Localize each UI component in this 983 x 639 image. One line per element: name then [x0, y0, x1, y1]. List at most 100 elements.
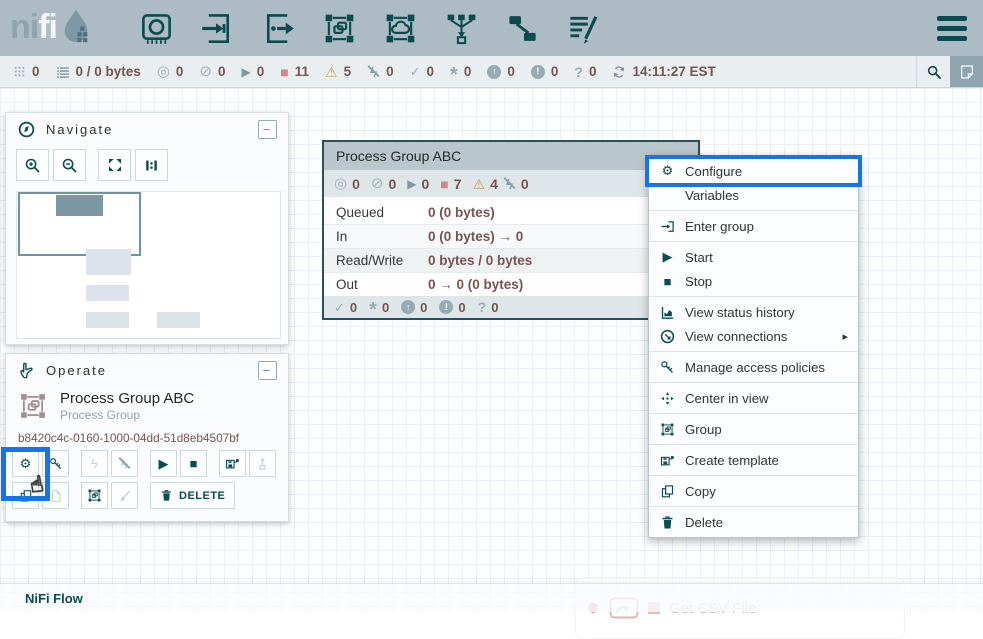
zoom-out-button[interactable]: [53, 149, 86, 181]
menu-item-delete[interactable]: Delete: [649, 510, 858, 534]
stop-button[interactable]: ■: [180, 450, 207, 477]
menu-item-group[interactable]: Group: [649, 417, 858, 441]
last-refresh-time: 14:11:27 EST: [632, 64, 715, 79]
menu-item-label: Delete: [685, 515, 723, 530]
pg-modified-stale-value: 0: [458, 300, 465, 315]
enable-button[interactable]: ϟ: [81, 450, 108, 477]
upload-template-button[interactable]: [249, 450, 276, 477]
menu-item-label: Start: [685, 250, 713, 265]
flow-canvas[interactable]: Get CSV File Process Group ABC ◎0 ⊘0 ▶0 …: [0, 88, 983, 612]
trash-icon: [659, 515, 676, 530]
menu-item-center-in-view[interactable]: Center in view: [649, 386, 858, 410]
collapse-operate-button[interactable]: −: [258, 361, 277, 380]
menu-item-variables[interactable]: Variables: [649, 183, 858, 207]
input-port-icon[interactable]: [200, 11, 235, 46]
stopped-counter: ■ 11: [280, 64, 309, 79]
delete-button[interactable]: DELETE: [150, 482, 235, 509]
not-transmitting-counter: ⊘ 0: [199, 64, 225, 79]
selection-name: Process Group ABC: [60, 390, 194, 407]
play-icon: ▶: [159, 457, 169, 470]
stat-value: 0 → 0 (0 bytes): [428, 277, 523, 292]
zoom-actual-size-button[interactable]: [135, 149, 168, 181]
component-toolbar: [139, 11, 601, 46]
pg-disabled-value: 0: [521, 176, 529, 192]
process-group-header: Process Group ABC: [324, 142, 698, 170]
submenu-arrow-icon: ▸: [842, 330, 848, 343]
birdseye-minimap[interactable]: [16, 191, 281, 339]
bulletin-board-button[interactable]: [950, 56, 983, 87]
funnel-icon[interactable]: [444, 11, 479, 46]
remote-process-group-icon[interactable]: [383, 11, 418, 46]
breadcrumb-root[interactable]: NiFi Flow: [25, 591, 83, 606]
breadcrumb-bar: NiFi Flow: [0, 583, 983, 612]
menu-item-label: Variables: [685, 188, 739, 203]
up-to-date-value: 0: [427, 64, 435, 79]
process-group-icon: [18, 391, 48, 421]
menu-item-view-connections[interactable]: View connections ▸: [649, 324, 858, 348]
process-group-component[interactable]: Process Group ABC ◎0 ⊘0 ▶0 ■7 ⚠4 ϟ0 Queu…: [322, 140, 700, 320]
global-menu-button[interactable]: [937, 16, 967, 41]
menu-item-configure[interactable]: ⚙ Configure: [649, 159, 858, 183]
stat-label: In: [336, 229, 428, 244]
zoom-fit-button[interactable]: [98, 149, 131, 181]
crossed-lightning-icon: ϟ: [118, 456, 131, 472]
navigate-panel: Navigate −: [5, 112, 289, 345]
question-icon: ?: [574, 65, 583, 79]
minimap-process-group: [56, 195, 103, 216]
running-value: 0: [257, 64, 265, 79]
warning-icon: ⚠: [473, 177, 486, 191]
stale-counter: ↑ 0: [487, 64, 515, 79]
stat-row-out: Out 0 → 0 (0 bytes): [324, 272, 698, 296]
transmitting-counter: ◎ 0: [157, 64, 184, 79]
pg-stopped-value: 7: [454, 176, 462, 192]
copy-icon: [659, 484, 676, 499]
menu-item-copy[interactable]: Copy: [649, 479, 858, 503]
menu-item-label: Configure: [685, 164, 742, 179]
menu-item-create-template[interactable]: Create template: [649, 448, 858, 472]
collapse-navigate-button[interactable]: −: [258, 120, 277, 139]
menu-item-view-status-history[interactable]: View status history: [649, 300, 858, 324]
warning-icon: ⚠: [325, 65, 338, 79]
menu-item-enter-group[interactable]: Enter group: [649, 214, 858, 238]
pg-up-to-date-value: 0: [350, 300, 357, 315]
menu-item-stop[interactable]: ■ Stop: [649, 269, 858, 293]
search-button[interactable]: [916, 56, 950, 87]
change-color-button[interactable]: [111, 482, 138, 509]
create-template-icon: [659, 453, 676, 468]
process-group-icon[interactable]: [322, 11, 357, 46]
menu-item-manage-access-policies[interactable]: Manage access policies: [649, 355, 858, 379]
stat-row-in: In 0 (0 bytes) → 0: [324, 224, 698, 248]
note-icon: [959, 64, 975, 80]
create-template-button[interactable]: [219, 450, 246, 477]
selection-type: Process Group: [60, 408, 194, 422]
menu-item-start[interactable]: ▶ Start: [649, 245, 858, 269]
start-button[interactable]: ▶: [150, 450, 177, 477]
disabled-lightning-icon: ϟ: [367, 64, 380, 80]
play-icon: ▶: [659, 249, 676, 265]
disable-button[interactable]: ϟ: [111, 450, 138, 477]
app-header: nifi: [0, 0, 983, 56]
access-policies-button[interactable]: [42, 450, 69, 477]
queued-list-icon: [56, 65, 70, 79]
transmitting-value: 0: [176, 64, 184, 79]
refresh-status[interactable]: 14:11:27 EST: [612, 64, 715, 79]
pg-transmitting-value: 0: [352, 176, 360, 192]
enter-group-icon: [659, 219, 676, 234]
disabled-counter: ϟ 0: [367, 64, 394, 80]
template-icon[interactable]: [505, 11, 540, 46]
paste-button[interactable]: [42, 482, 69, 509]
nifi-logo: nifi: [10, 8, 93, 48]
upload-template-icon: [255, 456, 270, 471]
running-icon: ▶: [242, 66, 251, 78]
process-group-version-counters: ✓0 *0 ↑0 !0 ?0: [324, 296, 698, 318]
processor-icon[interactable]: [139, 11, 174, 46]
connections-icon: [659, 329, 676, 344]
group-button[interactable]: [81, 482, 108, 509]
output-port-icon[interactable]: [261, 11, 296, 46]
operate-title-bar: Operate −: [6, 354, 288, 386]
stat-value: 0 (0 bytes) → 0: [428, 229, 523, 244]
pg-invalid-value: 4: [490, 176, 498, 192]
label-icon[interactable]: [566, 11, 601, 46]
zoom-in-button[interactable]: [16, 149, 49, 181]
menu-item-label: Stop: [685, 274, 712, 289]
